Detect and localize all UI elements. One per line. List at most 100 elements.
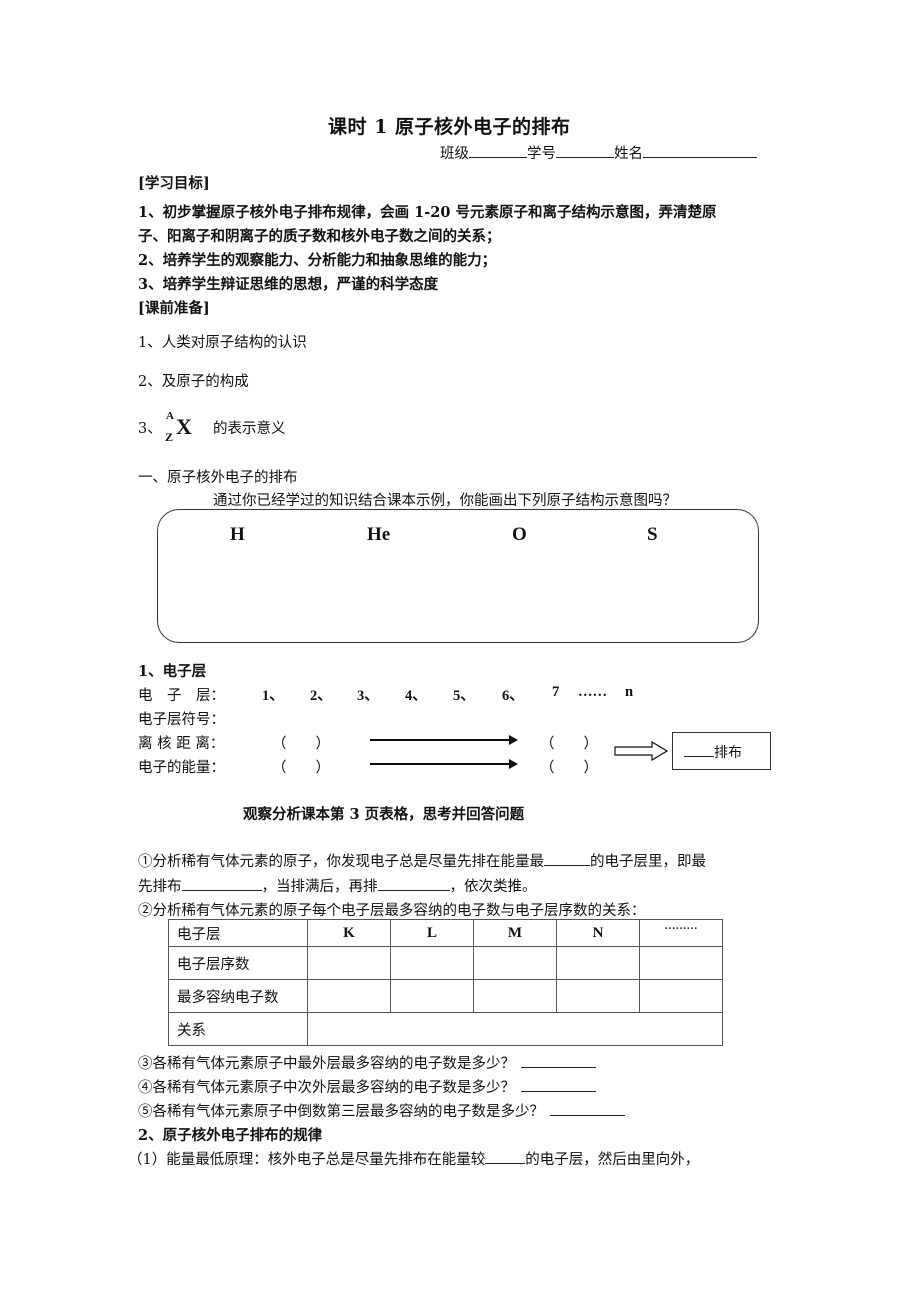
arrow-head-icon xyxy=(509,759,518,769)
table-cell[interactable] xyxy=(473,946,557,980)
element-o: O xyxy=(512,524,527,545)
question-4: ④各稀有气体元素原子中次外层最多容纳的电子数是多少？ xyxy=(138,1076,596,1097)
preparation-item-3-suffix: 的表示意义 xyxy=(213,421,286,437)
question-1-text-d: ，当排满后，再排 xyxy=(261,879,378,895)
question-1-line-2: 先排布 ，当排满后，再排 ，依次类推。 xyxy=(138,875,537,896)
energy-label: 电子的能量： xyxy=(138,760,225,776)
column-header-l: L xyxy=(390,919,474,947)
table-cell[interactable] xyxy=(390,946,474,980)
row-header: 最多容纳电子数 xyxy=(168,979,308,1013)
column-header-n: N xyxy=(556,919,640,947)
question-1-text-a: ①分析稀有气体元素的原子，你发现电子总是尽量先排在能量最 xyxy=(138,854,544,870)
name-label: 姓名 xyxy=(614,146,643,162)
question-5-blank[interactable] xyxy=(550,1101,625,1116)
shell-number: 6、 xyxy=(502,688,524,704)
objectives-heading: [学习目标] xyxy=(138,175,210,192)
table-cell[interactable] xyxy=(639,946,723,980)
question-5-text: ⑤各稀有气体元素原子中倒数第三层最多容纳的电子数是多少？ xyxy=(138,1104,544,1120)
distance-paren-right[interactable]: （ ） xyxy=(540,732,598,753)
row-header: 电子层 xyxy=(168,919,308,947)
shell-number: 1、 xyxy=(262,688,284,704)
class-blank[interactable] xyxy=(469,143,527,158)
shell-symbol-label: 电子层符号： xyxy=(138,712,225,728)
hollow-right-arrow-icon xyxy=(614,741,668,761)
class-label: 班级 xyxy=(440,146,469,162)
shells-heading: 1、电子层 xyxy=(138,663,207,680)
preparation-item-2: 2、及原子的构成 xyxy=(138,374,249,390)
objective-3: 3、培养学生辩证思维的思想，严谨的科学态度 xyxy=(138,276,439,293)
observe-instruction: 观察分析课本第 3 页表格，思考并回答问题 xyxy=(243,806,525,823)
shell-ellipsis: …… xyxy=(578,684,607,700)
energy-paren-left[interactable]: （ ） xyxy=(272,756,330,777)
distance-arrow xyxy=(370,739,510,741)
table-cell[interactable] xyxy=(307,979,391,1013)
table-cell[interactable] xyxy=(556,979,640,1013)
table-cell[interactable] xyxy=(556,946,640,980)
row-header: 关系 xyxy=(168,1012,308,1046)
shell-number: 2、 xyxy=(310,688,332,704)
column-header-m: M xyxy=(473,919,557,947)
question-2: ②分析稀有气体元素的原子每个电子层最多容纳的电子数与电子层序数的关系： xyxy=(138,903,646,919)
question-1-text-e: ，依次类推。 xyxy=(449,879,537,895)
objective-1-line-2: 子、阳离子和阴离子的质子数和核外电子数之间的关系； xyxy=(138,228,501,245)
objective-2: 2、培养学生的观察能力、分析能力和抽象思维的能力； xyxy=(138,252,497,269)
question-1-text-b: 的电子层里，即最 xyxy=(590,854,706,870)
table-row: 电子层 K L M N ……… xyxy=(168,919,723,947)
arrangement-blank[interactable] xyxy=(684,742,714,757)
table-cell[interactable] xyxy=(473,979,557,1013)
shell-capacity-table: 电子层 K L M N ……… 电子层序数 最多容纳电子数 关系 xyxy=(168,919,723,1046)
question-3: ③各稀有气体元素原子中最外层最多容纳的电子数是多少？ xyxy=(138,1052,596,1073)
table-row: 最多容纳电子数 xyxy=(168,979,723,1013)
objective-1-line-1: 1、初步掌握原子核外电子排布规律，会画 1-20 号元素原子和离子结构示意图，弄… xyxy=(138,204,717,221)
shell-number: 3、 xyxy=(357,688,379,704)
name-blank[interactable] xyxy=(643,143,757,158)
energy-arrow xyxy=(370,763,510,765)
student-no-blank[interactable] xyxy=(556,143,614,158)
question-3-text: ③各稀有气体元素原子中最外层最多容纳的电子数是多少？ xyxy=(138,1056,515,1072)
section-1-prompt: 通过你已经学过的知识结合课本示例，你能画出下列原子结构示意图吗？ xyxy=(213,493,677,509)
shell-number: 5、 xyxy=(453,688,475,704)
element-symbol: X xyxy=(176,414,192,439)
table-row: 关系 xyxy=(168,1012,723,1046)
row-header: 电子层序数 xyxy=(168,946,308,980)
question-1-blank-3[interactable] xyxy=(377,876,450,891)
table-cell[interactable] xyxy=(307,946,391,980)
table-cell[interactable] xyxy=(639,979,723,1013)
shell-row-label: 电 子 层： xyxy=(138,688,225,704)
column-header-k: K xyxy=(307,919,391,947)
mass-number: A xyxy=(166,410,174,422)
element-h: H xyxy=(230,524,245,545)
page-title: 课时 1 原子核外电子的排布 xyxy=(328,116,571,138)
student-info-line: 班级 学号 姓名 xyxy=(440,142,757,163)
preparation-item-3-prefix: 3、 xyxy=(138,421,162,437)
question-1-text-c: 先排布 xyxy=(138,879,182,895)
rule-1: （1）能量最低原理：核外电子总是尽量先排布在能量较 的电子层，然后由里向外， xyxy=(128,1148,699,1169)
distance-paren-left[interactable]: （ ） xyxy=(272,732,330,753)
student-no-label: 学号 xyxy=(527,146,556,162)
question-1-line-1: ①分析稀有气体元素的原子，你发现电子总是尽量先排在能量最 的电子层里，即最 xyxy=(138,850,706,871)
arrow-head-icon xyxy=(509,735,518,745)
section-1-heading: 一、原子核外电子的排布 xyxy=(138,470,298,486)
question-1-blank-1[interactable] xyxy=(544,851,590,866)
drawing-area[interactable] xyxy=(157,509,759,643)
preparation-heading: [课前准备] xyxy=(138,300,210,317)
question-4-blank[interactable] xyxy=(521,1077,596,1092)
rule-1-blank[interactable] xyxy=(485,1149,526,1164)
rule-1-text-a: （1）能量最低原理：核外电子总是尽量先排布在能量较 xyxy=(128,1152,486,1168)
rules-heading: 2、原子核外电子排布的规律 xyxy=(138,1127,323,1144)
question-3-blank[interactable] xyxy=(521,1053,596,1068)
element-s: S xyxy=(647,524,658,545)
distance-label: 离 核 距 离： xyxy=(138,736,225,752)
relationship-cell[interactable] xyxy=(307,1012,723,1046)
question-1-blank-2[interactable] xyxy=(181,876,262,891)
question-5: ⑤各稀有气体元素原子中倒数第三层最多容纳的电子数是多少？ xyxy=(138,1100,625,1121)
column-header-ellipsis: ……… xyxy=(639,919,723,947)
preparation-item-1: 1、人类对原子结构的认识 xyxy=(138,335,307,351)
energy-paren-right[interactable]: （ ） xyxy=(540,756,598,777)
shell-number: 7 xyxy=(552,684,560,700)
table-cell[interactable] xyxy=(390,979,474,1013)
table-row: 电子层序数 xyxy=(168,946,723,980)
arrangement-label: 排布 xyxy=(714,745,742,761)
shell-number-n: n xyxy=(625,684,634,700)
shell-number: 4、 xyxy=(405,688,427,704)
